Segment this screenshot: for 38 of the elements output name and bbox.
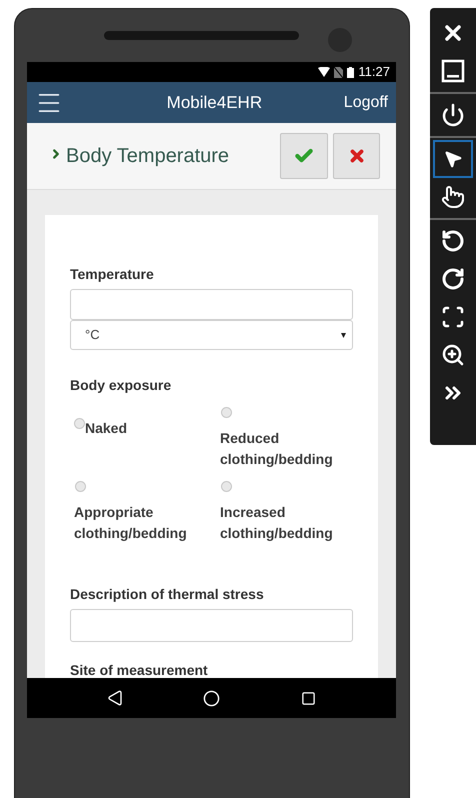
wifi-icon	[318, 67, 330, 77]
pointer-icon	[443, 149, 463, 169]
temperature-field[interactable]	[70, 289, 353, 320]
thermal-stress-field[interactable]	[70, 609, 353, 642]
home-icon[interactable]	[203, 690, 220, 706]
close-icon	[348, 147, 366, 165]
radio-button[interactable]	[75, 481, 86, 492]
rotate-left-icon	[441, 229, 465, 253]
dropdown-arrow-icon	[341, 332, 346, 338]
logoff-link[interactable]: Logoff	[344, 90, 388, 114]
page-title: Body Temperature	[66, 144, 230, 169]
option-label: Increased clothing/bedding	[220, 503, 334, 543]
recents-icon[interactable]	[300, 690, 316, 706]
field-label: Site of measurement	[70, 661, 209, 678]
rotate-right-icon	[441, 267, 465, 291]
app-title: Mobile4EHR	[166, 92, 264, 114]
confirm-button[interactable]	[280, 133, 328, 179]
toolbar-button[interactable]	[433, 140, 473, 178]
minimize-icon	[441, 59, 465, 83]
radio-button[interactable]	[221, 481, 232, 492]
zoom-icon	[441, 343, 465, 367]
radio-button[interactable]	[74, 418, 85, 429]
field-label: Description of thermal stress	[70, 585, 265, 604]
radio-button[interactable]	[221, 407, 232, 418]
field-label: Temperature	[70, 265, 155, 284]
cancel-button[interactable]	[333, 133, 380, 179]
no-sim-icon	[334, 66, 344, 78]
battery-icon	[347, 66, 354, 78]
option-label: Reduced clothing/bedding	[220, 429, 334, 469]
power-icon	[441, 103, 465, 127]
option-label: Naked	[85, 419, 128, 438]
hand-icon	[441, 185, 465, 209]
screenshot-icon	[441, 305, 465, 329]
status-time: 11:27	[358, 63, 390, 82]
option-label: Appropriate clothing/bedding	[74, 503, 188, 543]
field-label: Body exposure	[70, 376, 172, 395]
unit-select[interactable]: °C	[70, 320, 353, 350]
back-icon[interactable]	[107, 690, 124, 706]
